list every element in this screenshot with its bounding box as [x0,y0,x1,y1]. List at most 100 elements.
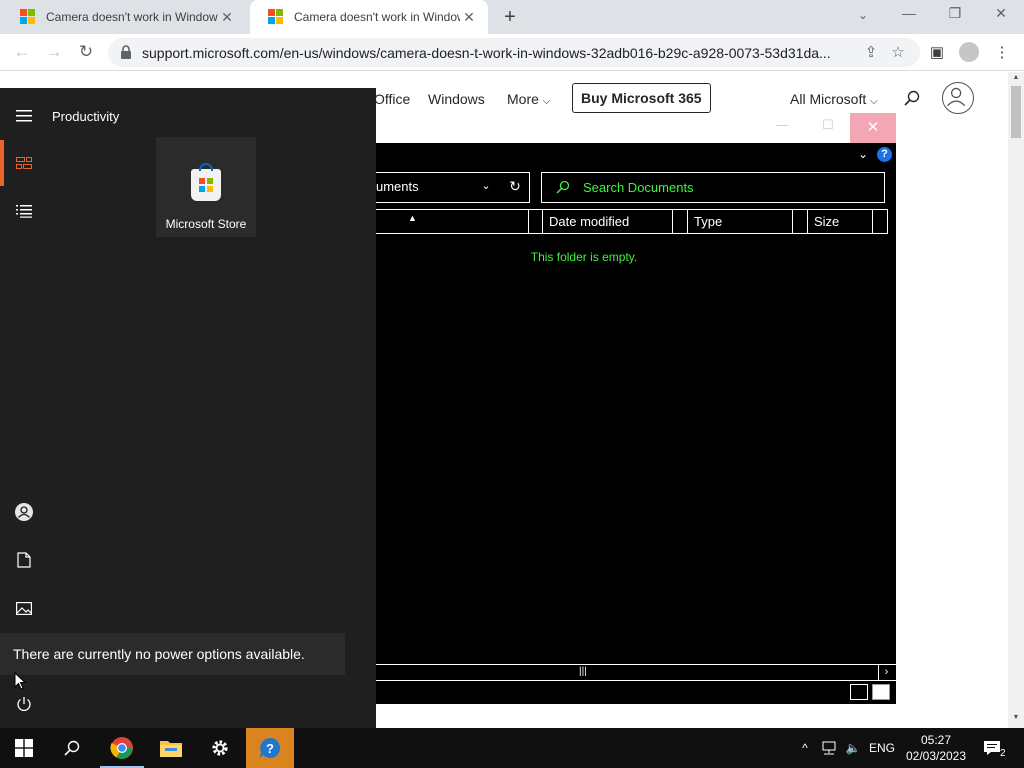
browser-tab-active[interactable]: Camera doesn't work in Windows ✕ [250,0,488,34]
folder-glyph-icon [160,741,182,757]
dialog-close-button[interactable]: ✕ [850,113,896,143]
large-icons-view-icon[interactable] [872,684,890,700]
file-explorer-icon[interactable] [147,728,195,768]
hamburger-menu-icon[interactable] [0,92,48,140]
help-icon[interactable]: ? [877,147,892,162]
person-glyph-icon [947,87,966,107]
settings-icon[interactable] [196,728,244,768]
get-help-icon[interactable]: ? [246,728,294,768]
reload-icon[interactable]: ↻ [75,41,97,63]
chevron-down-icon: ⌵ [542,96,551,107]
address-path-box[interactable]: uments ⌄ ↻ [376,172,530,203]
list-glyph-icon [16,205,32,218]
close-tab-icon[interactable]: ✕ [218,9,236,26]
share-icon[interactable]: ⇪ [862,44,880,62]
input-language-indicator[interactable]: ENG [866,728,898,768]
dialog-maximize-icon[interactable]: ☐ [818,117,838,137]
new-tab-button[interactable]: + [499,6,521,28]
tiles-icon[interactable] [0,139,48,187]
search-icon [556,180,570,194]
file-dialog: ⌄ ? uments ⌄ ↻ Search Documents ▲ Date m… [376,143,896,704]
all-microsoft-menu[interactable]: All Microsoft ⌵ [790,91,878,107]
taskbar-clock[interactable]: 05:27 02/03/2023 [902,732,970,764]
path-text: uments [376,179,419,194]
window-minimize-icon[interactable]: — [897,5,921,25]
scrollbar-grip-icon[interactable]: ||| [579,666,587,678]
volume-icon[interactable]: 🔈 [842,728,864,768]
side-panel-icon[interactable]: ▣ [926,42,948,64]
start-menu: Productivity Microsoft Store There are c… [0,88,376,728]
refresh-icon[interactable]: ↻ [508,178,522,194]
document-glyph-icon [17,552,31,568]
list-icon[interactable] [0,187,48,235]
tab-search-chevron-icon[interactable]: ⌄ [854,8,872,26]
network-icon[interactable] [818,728,840,768]
notification-glyph-icon [984,741,1000,755]
more-label: More [507,91,539,107]
nav-link-more[interactable]: More ⌵ [507,91,550,107]
nav-link-office[interactable]: Office [374,91,410,107]
browser-tab[interactable]: Camera doesn't work in Windows ✕ [2,0,246,34]
chevron-down-icon: ⌵ [870,96,878,107]
browser-tab-strip: Camera doesn't work in Windows ✕ Camera … [0,0,1024,34]
pictures-icon[interactable] [0,584,48,632]
column-header-type[interactable]: Type [688,210,793,233]
column-header-date-modified[interactable]: Date modified [543,210,673,233]
search-icon[interactable] [48,728,96,768]
pictures-glyph-icon [16,601,32,615]
scroll-up-arrow-icon[interactable]: ▲ [1011,74,1021,81]
microsoft-store-tile[interactable]: Microsoft Store [156,137,256,237]
column-header-size[interactable]: Size [808,210,873,233]
dialog-minimize-icon[interactable]: — [772,117,792,137]
details-view-icon[interactable] [850,684,868,700]
lock-icon[interactable] [120,45,132,59]
tab-title: Camera doesn't work in Windows [46,10,218,24]
windows-start-icon[interactable] [0,728,48,768]
account-icon[interactable] [942,82,974,114]
chrome-icon[interactable] [98,728,146,768]
search-icon[interactable] [904,90,920,106]
notification-count-badge: 2 [1000,748,1006,759]
microsoft-store-icon [191,163,221,201]
user-glyph-icon [15,503,33,521]
help-bubble-icon: ? [260,737,281,758]
column-header-name[interactable]: ▲ [376,210,529,233]
url-text[interactable]: support.microsoft.com/en-us/windows/came… [142,45,842,61]
microsoft-nav: Office Windows More ⌵ Buy Microsoft 365 … [374,80,1008,116]
document-icon[interactable] [0,536,48,584]
scroll-right-arrow-icon[interactable]: › [878,665,894,680]
window-restore-icon[interactable]: ❐ [943,5,967,25]
profile-avatar[interactable] [959,42,979,62]
bookmark-star-icon[interactable]: ☆ [889,44,907,62]
scroll-down-arrow-icon[interactable]: ▼ [1011,714,1021,721]
back-arrow-icon[interactable]: ← [11,41,33,63]
all-microsoft-label: All Microsoft [790,91,867,107]
address-bar[interactable]: support.microsoft.com/en-us/windows/came… [108,38,920,67]
page-scrollbar[interactable]: ▲ ▼ [1008,72,1024,728]
window-close-icon[interactable]: ✕ [989,5,1013,25]
scrollbar-thumb[interactable] [1011,86,1021,138]
nav-link-windows[interactable]: Windows [428,91,485,107]
show-hidden-icons-chevron-icon[interactable]: ^ [795,728,815,768]
column-divider[interactable] [673,210,688,233]
tab-title: Camera doesn't work in Windows [294,10,460,24]
buy-microsoft-365-button[interactable]: Buy Microsoft 365 [572,83,711,113]
user-icon[interactable] [0,488,48,536]
column-divider[interactable] [529,210,543,233]
chevron-down-icon[interactable]: ⌄ [856,147,870,161]
clock-date: 02/03/2023 [905,749,967,763]
column-divider[interactable] [873,210,888,233]
path-dropdown-icon[interactable]: ⌄ [479,179,493,195]
column-divider[interactable] [793,210,808,233]
forward-arrow-icon[interactable]: → [43,41,65,63]
clock-time: 05:27 [920,733,952,747]
close-tab-icon[interactable]: ✕ [460,9,478,26]
chrome-menu-icon[interactable]: ⋮ [991,42,1013,64]
network-glyph-icon [822,741,836,755]
sort-up-caret-icon: ▲ [408,213,417,223]
horizontal-scrollbar[interactable]: ||| › [376,664,896,681]
windows-logo-icon [15,739,33,757]
column-header-row: ▲ Date modified Type Size [376,209,888,234]
search-documents-input[interactable]: Search Documents [541,172,885,203]
search-placeholder: Search Documents [583,180,694,195]
